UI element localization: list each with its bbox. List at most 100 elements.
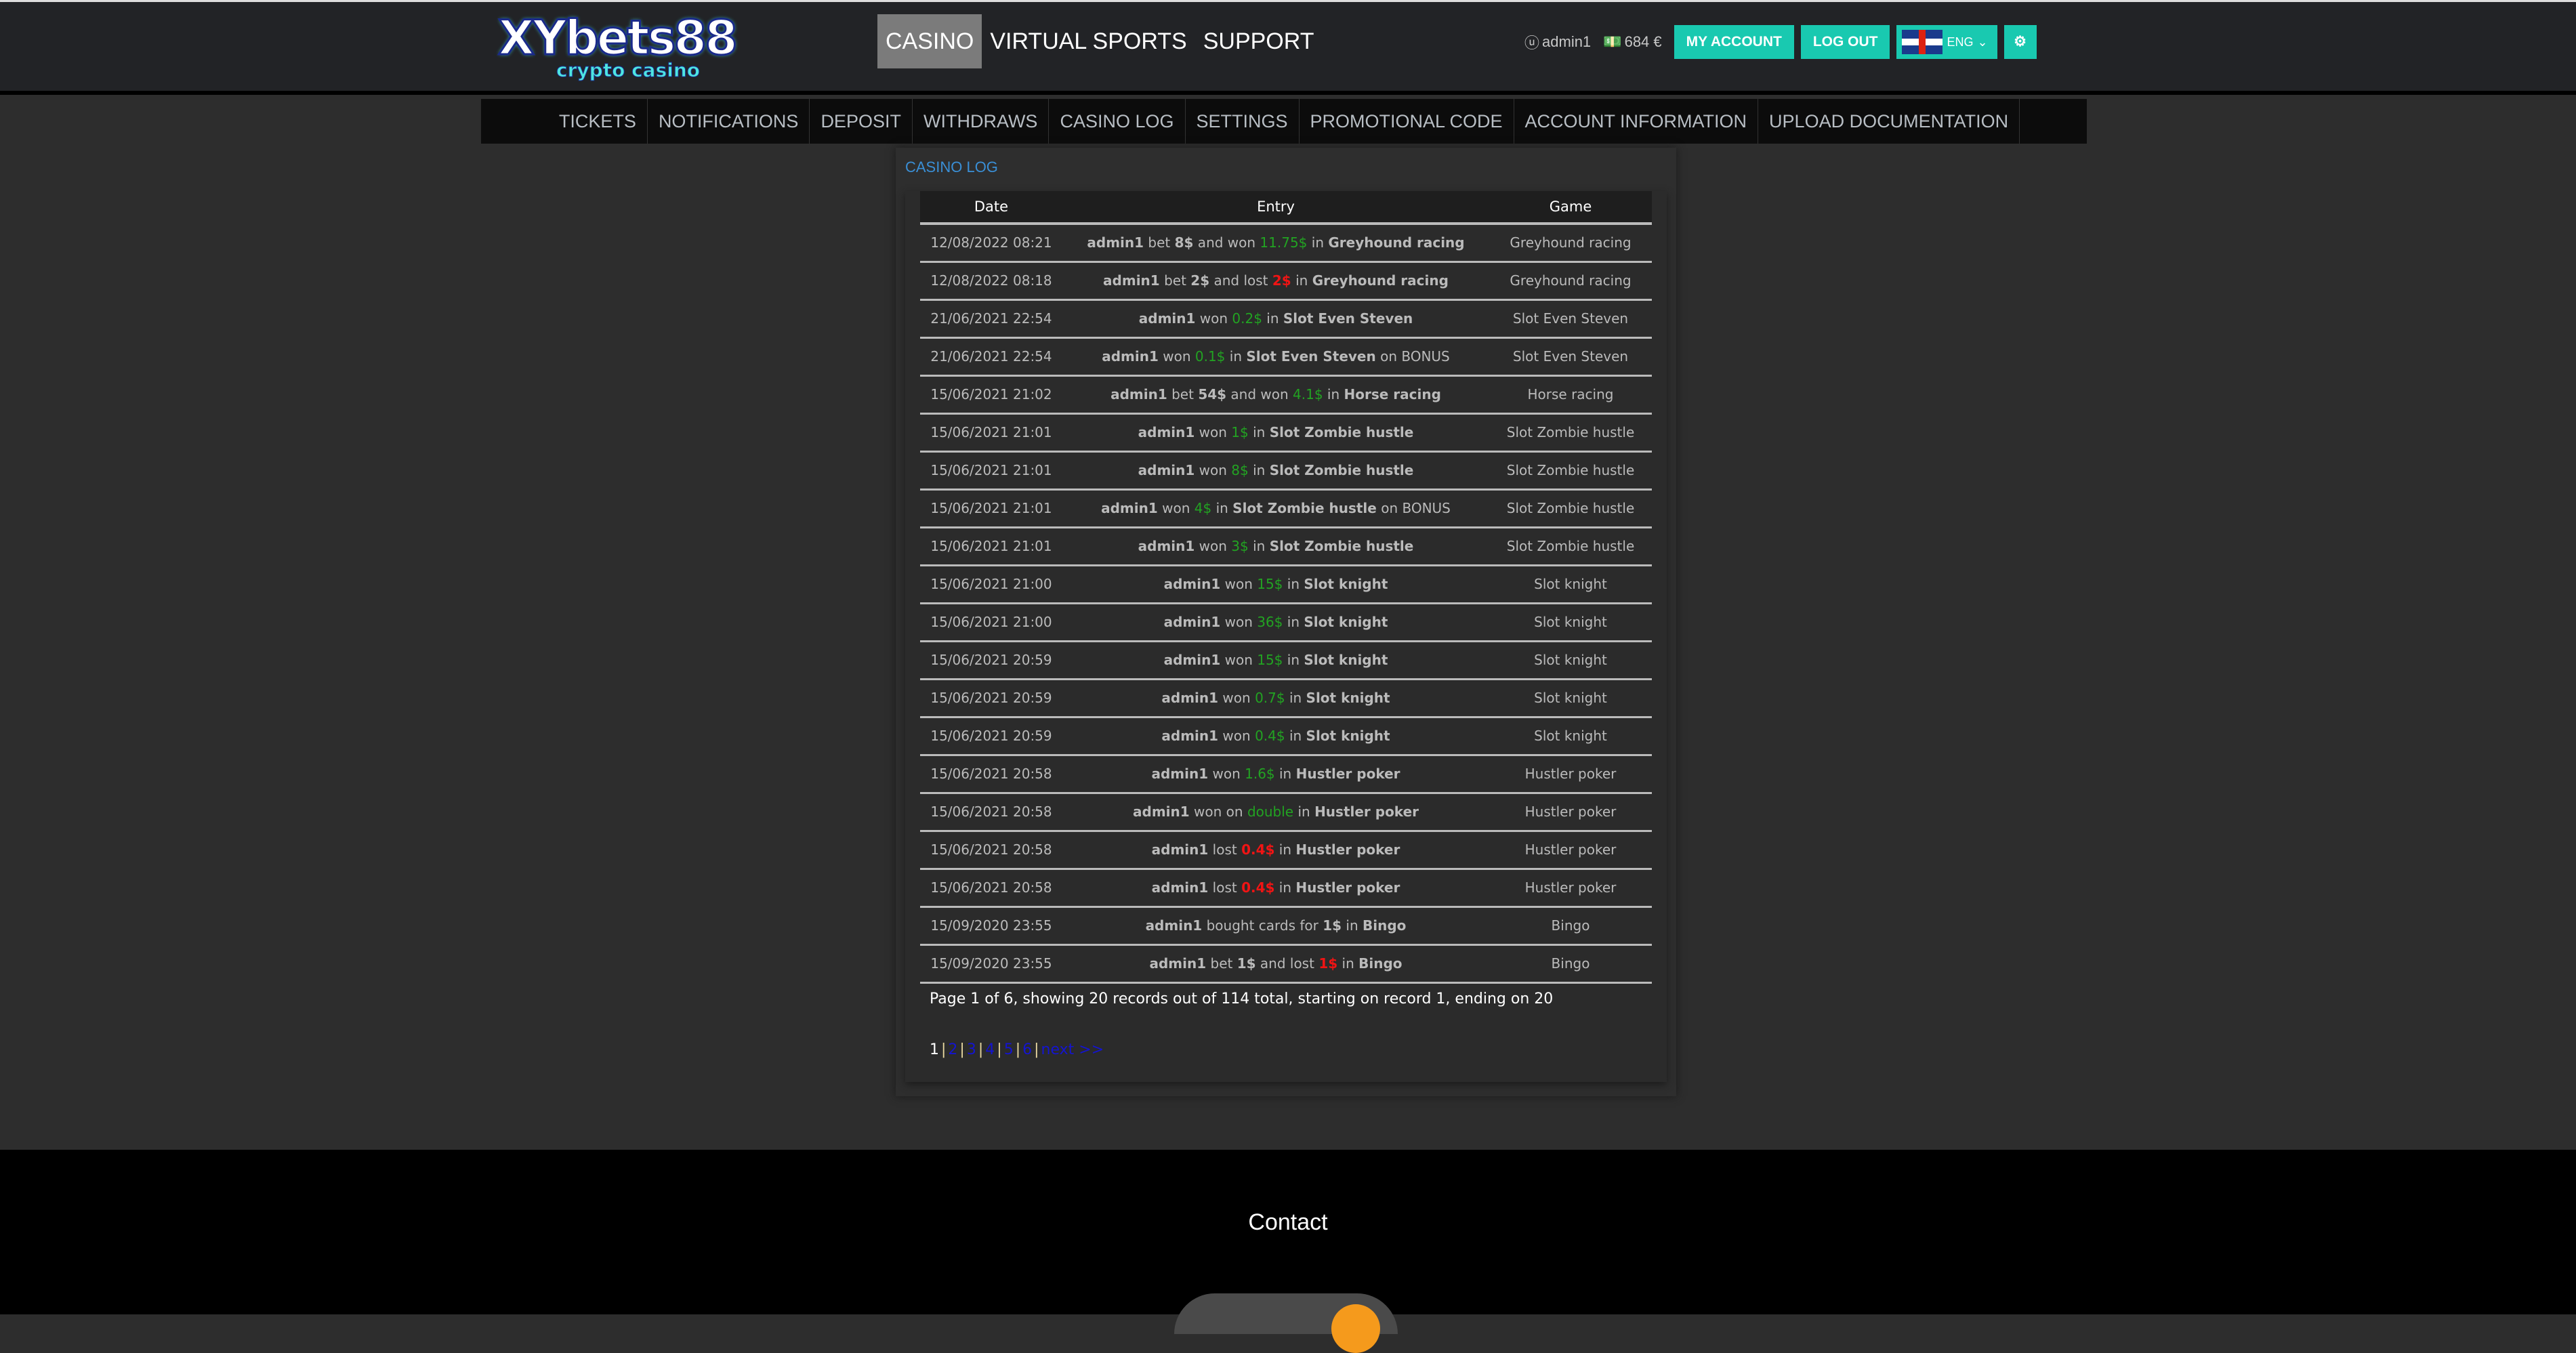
entry-part: admin1	[1163, 614, 1221, 630]
entry-part: Slot knight	[1304, 576, 1388, 592]
entry-part: 0.4$	[1241, 841, 1275, 858]
row-date: 12/08/2022 08:21	[920, 224, 1062, 263]
row-game: Slot Even Steven	[1489, 337, 1652, 377]
entry-part: 4$	[1194, 500, 1212, 516]
logout-button[interactable]: LOG OUT	[1800, 25, 1890, 59]
entry-part: admin1	[1145, 917, 1203, 934]
chat-icon[interactable]	[1331, 1304, 1380, 1353]
page-link-2[interactable]: 2	[948, 1041, 957, 1058]
casino-log-panel: CASINO LOG Date Entry Game 12/08/2022 08…	[896, 148, 1676, 1096]
entry-part: Greyhound racing	[1312, 272, 1449, 289]
subnav-casino-log[interactable]: CASINO LOG	[1049, 99, 1186, 144]
table-header: Date Entry Game	[920, 191, 1652, 225]
row-game: Hustler poker	[1489, 831, 1652, 870]
subnav-tickets[interactable]: TICKETS	[548, 99, 648, 144]
table-row: 15/06/2021 20:58 admin1 lost 0.4$ in Hust…	[920, 831, 1652, 870]
next-page-link[interactable]: next >>	[1041, 1041, 1104, 1058]
username-text: admin1	[1542, 33, 1592, 50]
row-entry: admin1 won 0.1$ in Slot Even Steven on B…	[1062, 337, 1489, 377]
separator: |	[1034, 1041, 1039, 1058]
entry-part: Slot Zombie hustle	[1269, 538, 1414, 554]
entry-part: admin1	[1161, 690, 1219, 706]
table-row: 21/06/2021 22:54 admin1 won 0.2$ in Slot …	[920, 299, 1652, 339]
row-date: 15/06/2021 21:01	[920, 527, 1062, 566]
row-entry: admin1 won 0.7$ in Slot knight	[1062, 679, 1489, 718]
subnav-notifications[interactable]: NOTIFICATIONS	[648, 99, 810, 144]
row-entry: admin1 won 1.6$ in Hustler poker	[1062, 755, 1489, 794]
entry-part: and lost	[1255, 955, 1319, 972]
row-game: Slot Zombie hustle	[1489, 451, 1652, 491]
entry-part: in	[1283, 652, 1304, 668]
entry-part: won	[1195, 310, 1232, 327]
row-game: Hustler poker	[1489, 869, 1652, 908]
table-row: 15/06/2021 20:58 admin1 won 1.6$ in Hustl…	[920, 755, 1652, 794]
entry-part: in	[1262, 310, 1283, 327]
subnav-promotional-code[interactable]: PROMOTIONAL CODE	[1300, 99, 1514, 144]
entry-part: Slot Zombie hustle	[1269, 462, 1414, 478]
entry-part: and lost	[1209, 272, 1272, 289]
row-date: 15/06/2021 20:58	[920, 793, 1062, 832]
entry-part: 15$	[1257, 576, 1283, 592]
account-subnav: TICKETS NOTIFICATIONS DEPOSIT WITHDRAWS CASI…	[481, 99, 2087, 144]
entry-part: won	[1220, 576, 1258, 592]
row-date: 21/06/2021 22:54	[920, 337, 1062, 377]
subnav-deposit[interactable]: DEPOSIT	[810, 99, 913, 144]
entry-part: in	[1285, 690, 1306, 706]
page-link-4[interactable]: 4	[985, 1041, 995, 1058]
subnav-withdraws[interactable]: WITHDRAWS	[913, 99, 1050, 144]
table-row: 21/06/2021 22:54 admin1 won 0.1$ in Slot …	[920, 337, 1652, 377]
separator: |	[1015, 1041, 1021, 1058]
entry-part: 1.6$	[1245, 766, 1275, 782]
page-link-5[interactable]: 5	[1004, 1041, 1014, 1058]
page-link-6[interactable]: 6	[1022, 1041, 1032, 1058]
table-row: 15/09/2020 23:55 admin1 bought cards for …	[920, 907, 1652, 946]
logo[interactable]: XYbets88 crypto casino	[497, 10, 749, 82]
entry-part: in	[1307, 234, 1329, 251]
row-entry: admin1 bet 2$ and lost 2$ in Greyhound r…	[1062, 262, 1489, 301]
column-game: Game	[1489, 191, 1652, 225]
settings-gear-button[interactable]: ⚙	[2003, 25, 2037, 59]
entry-part: in	[1283, 614, 1304, 630]
entry-part: Slot Even Steven	[1246, 348, 1376, 365]
casino-log-table: Date Entry Game 12/08/2022 08:21 admin1 b…	[920, 191, 1652, 984]
entry-part: and won	[1226, 386, 1293, 402]
my-account-button[interactable]: MY ACCOUNT	[1674, 25, 1794, 59]
entry-part: in	[1248, 462, 1270, 478]
entry-part: in	[1323, 386, 1344, 402]
entry-part: won	[1220, 614, 1258, 630]
row-game: Horse racing	[1489, 375, 1652, 415]
entry-part: won	[1157, 500, 1194, 516]
entry-part: in	[1285, 728, 1306, 744]
table-row: 15/06/2021 21:00 admin1 won 36$ in Slot k…	[920, 603, 1652, 642]
logo-text: XYbets88	[497, 10, 739, 66]
nav-support[interactable]: SUPPORT	[1195, 14, 1323, 68]
entry-part: Slot Zombie hustle	[1232, 500, 1377, 516]
row-game: Slot knight	[1489, 603, 1652, 642]
entry-part: admin1	[1151, 766, 1209, 782]
nav-casino[interactable]: CASINO	[877, 14, 982, 68]
subnav-settings[interactable]: SETTINGS	[1186, 99, 1300, 144]
row-game: Greyhound racing	[1489, 262, 1652, 301]
row-game: Greyhound racing	[1489, 224, 1652, 263]
table-row: 15/06/2021 20:59 admin1 won 0.7$ in Slot …	[920, 679, 1652, 718]
language-label: ENG	[1947, 35, 1974, 49]
subnav-account-information[interactable]: ACCOUNT INFORMATION	[1514, 99, 1759, 144]
entry-part: Slot knight	[1304, 652, 1388, 668]
separator: |	[941, 1041, 947, 1058]
subnav-upload-documentation[interactable]: UPLOAD DOCUMENTATION	[1758, 99, 2020, 144]
entry-part: won	[1218, 690, 1255, 706]
row-entry: admin1 bet 54$ and won 4.1$ in Horse rac…	[1062, 375, 1489, 415]
entry-part: and won	[1193, 234, 1260, 251]
table-row: 15/06/2021 20:59 admin1 won 15$ in Slot k…	[920, 641, 1652, 680]
entry-part: in	[1225, 348, 1247, 365]
nav-virtual-sports[interactable]: VIRTUAL SPORTS	[982, 14, 1194, 68]
entry-part: won	[1220, 652, 1258, 668]
entry-part: bet	[1144, 234, 1175, 251]
row-date: 15/06/2021 20:59	[920, 679, 1062, 718]
page-link-3[interactable]: 3	[967, 1041, 976, 1058]
entry-part: admin1	[1149, 955, 1207, 972]
entry-part: 8$	[1231, 462, 1249, 478]
language-select[interactable]: ENG ⌄	[1896, 25, 1997, 59]
row-date: 21/06/2021 22:54	[920, 299, 1062, 339]
entry-part: in	[1337, 955, 1359, 972]
